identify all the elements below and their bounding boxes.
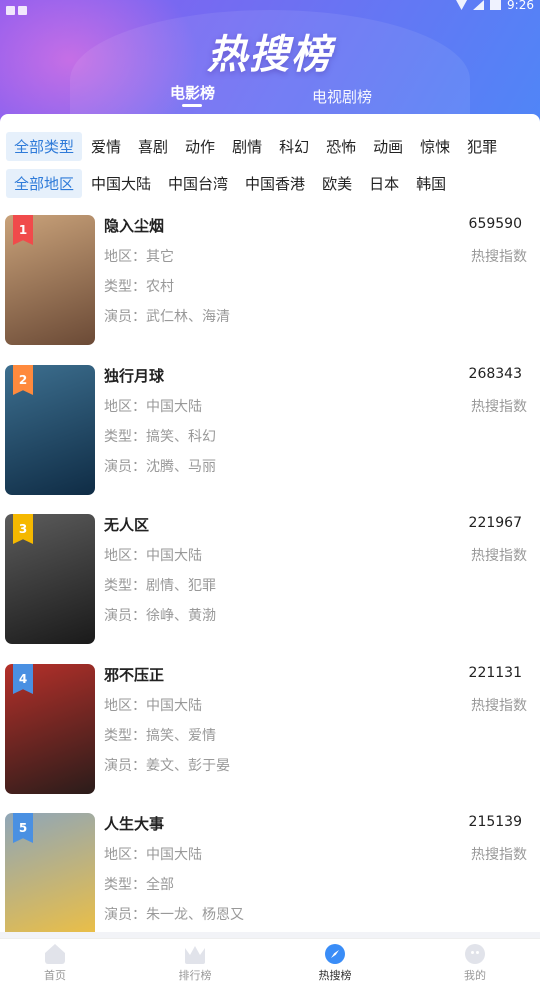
tab-tv-chart[interactable]: 电视剧榜 xyxy=(312,86,372,107)
hot-search-score: 215139 xyxy=(468,814,522,830)
type-filter-row: 全部类型 爱情 喜剧 动作 剧情 科幻 恐怖 动画 惊悚 犯罪 xyxy=(6,131,506,161)
region-filter-mainland[interactable]: 中国大陆 xyxy=(83,169,159,198)
movie-cast: 演员：沈腾、马丽 xyxy=(104,459,216,475)
type-filter-horror[interactable]: 恐怖 xyxy=(318,132,364,161)
region-filter-hongkong[interactable]: 中国香港 xyxy=(237,169,313,198)
nav-ranking[interactable]: 排行榜 xyxy=(155,944,235,983)
battery-icon xyxy=(490,0,502,10)
type-filter-drama[interactable]: 剧情 xyxy=(224,132,270,161)
hot-index-label: 热搜指数 xyxy=(471,548,527,564)
nav-profile[interactable]: 我的 xyxy=(435,944,515,983)
movie-poster[interactable]: 2 xyxy=(5,365,95,495)
movie-region: 地区：其它 xyxy=(104,249,174,265)
signal-icon xyxy=(473,0,485,10)
movie-list-item[interactable]: 1 隐入尘烟 659590 地区：其它 热搜指数 类型：农村 演员：武仁林、海清 xyxy=(0,215,540,345)
nav-hot-search[interactable]: 热搜榜 xyxy=(295,944,375,983)
region-filter-japan[interactable]: 日本 xyxy=(361,169,407,198)
region-filter-korea[interactable]: 韩国 xyxy=(408,169,454,198)
movie-region: 地区：中国大陆 xyxy=(104,847,202,863)
crown-icon xyxy=(185,946,205,964)
movie-genre: 类型：搞笑、科幻 xyxy=(104,429,216,445)
notification-icons xyxy=(6,0,30,15)
bottom-nav: 首页 排行榜 热搜榜 我的 xyxy=(0,938,540,985)
nav-label: 我的 xyxy=(464,969,486,982)
type-filter-thriller[interactable]: 惊悚 xyxy=(412,132,458,161)
movie-genre: 类型：全部 xyxy=(104,877,174,893)
movie-title: 无人区 xyxy=(104,516,150,534)
compass-icon xyxy=(325,944,345,964)
status-time: 9:26 xyxy=(507,0,534,12)
nav-label: 热搜榜 xyxy=(318,969,352,982)
movie-poster[interactable]: 5 xyxy=(5,813,95,932)
type-filter-romance[interactable]: 爱情 xyxy=(83,132,129,161)
movie-genre: 类型：搞笑、爱情 xyxy=(104,728,216,744)
hot-index-label: 热搜指数 xyxy=(471,698,527,714)
nav-label: 排行榜 xyxy=(178,969,212,982)
hot-index-label: 热搜指数 xyxy=(471,847,527,863)
region-filter-taiwan[interactable]: 中国台湾 xyxy=(160,169,236,198)
movie-cast: 演员：徐峥、黄渤 xyxy=(104,608,216,624)
tab-movie-chart[interactable]: 电影榜 xyxy=(170,82,215,103)
movie-poster[interactable]: 1 xyxy=(5,215,95,345)
type-filter-action[interactable]: 动作 xyxy=(177,132,223,161)
movie-genre: 类型：剧情、犯罪 xyxy=(104,578,216,594)
movie-genre: 类型：农村 xyxy=(104,279,174,295)
movie-region: 地区：中国大陆 xyxy=(104,698,202,714)
movie-list-item[interactable]: 5 人生大事 215139 地区：中国大陆 热搜指数 类型：全部 演员：朱一龙、… xyxy=(0,813,540,932)
hot-index-label: 热搜指数 xyxy=(471,249,527,265)
type-filter-all[interactable]: 全部类型 xyxy=(6,131,83,161)
movie-cast: 演员：朱一龙、杨恩又 xyxy=(104,907,244,923)
top-tabs: 电影榜 电视剧榜 xyxy=(0,82,540,112)
movie-title: 独行月球 xyxy=(104,367,165,385)
type-filter-scifi[interactable]: 科幻 xyxy=(271,132,317,161)
wifi-icon xyxy=(456,0,468,10)
hot-search-score: 659590 xyxy=(468,216,522,232)
status-right: 9:26 xyxy=(456,0,534,12)
movie-poster[interactable]: 4 xyxy=(5,664,95,794)
type-filter-comedy[interactable]: 喜剧 xyxy=(130,132,176,161)
movie-cast: 演员：姜文、彭于晏 xyxy=(104,758,230,774)
movie-title: 邪不压正 xyxy=(104,666,165,684)
hot-search-score: 268343 xyxy=(468,366,522,382)
hot-search-score: 221967 xyxy=(468,515,522,531)
page-title: 热搜榜 xyxy=(207,32,333,78)
nav-home[interactable]: 首页 xyxy=(15,944,95,983)
type-filter-crime[interactable]: 犯罪 xyxy=(459,132,505,161)
movie-list-item[interactable]: 3 无人区 221967 地区：中国大陆 热搜指数 类型：剧情、犯罪 演员：徐峥… xyxy=(0,514,540,644)
region-filter-row: 全部地区 中国大陆 中国台湾 中国香港 欧美 日本 韩国 xyxy=(6,168,455,198)
movie-list-item[interactable]: 4 邪不压正 221131 地区：中国大陆 热搜指数 类型：搞笑、爱情 演员：姜… xyxy=(0,664,540,794)
movie-poster[interactable]: 3 xyxy=(5,514,95,644)
home-icon xyxy=(45,944,65,964)
content-panel: 全部类型 爱情 喜剧 动作 剧情 科幻 恐怖 动画 惊悚 犯罪 全部地区 中国大… xyxy=(0,114,540,932)
hot-search-score: 221131 xyxy=(468,665,522,681)
movie-list-item[interactable]: 2 独行月球 268343 地区：中国大陆 热搜指数 类型：搞笑、科幻 演员：沈… xyxy=(0,365,540,495)
nav-label: 首页 xyxy=(44,969,66,982)
region-filter-western[interactable]: 欧美 xyxy=(314,169,360,198)
movie-cast: 演员：武仁林、海清 xyxy=(104,309,230,325)
movie-title: 隐入尘烟 xyxy=(104,217,165,235)
tab-indicator xyxy=(182,104,202,107)
region-filter-all[interactable]: 全部地区 xyxy=(6,168,83,198)
face-icon xyxy=(465,944,485,964)
movie-title: 人生大事 xyxy=(104,815,165,833)
type-filter-animation[interactable]: 动画 xyxy=(365,132,411,161)
status-bar: 9:26 xyxy=(0,0,540,15)
hot-index-label: 热搜指数 xyxy=(471,399,527,415)
movie-region: 地区：中国大陆 xyxy=(104,399,202,415)
movie-region: 地区：中国大陆 xyxy=(104,548,202,564)
